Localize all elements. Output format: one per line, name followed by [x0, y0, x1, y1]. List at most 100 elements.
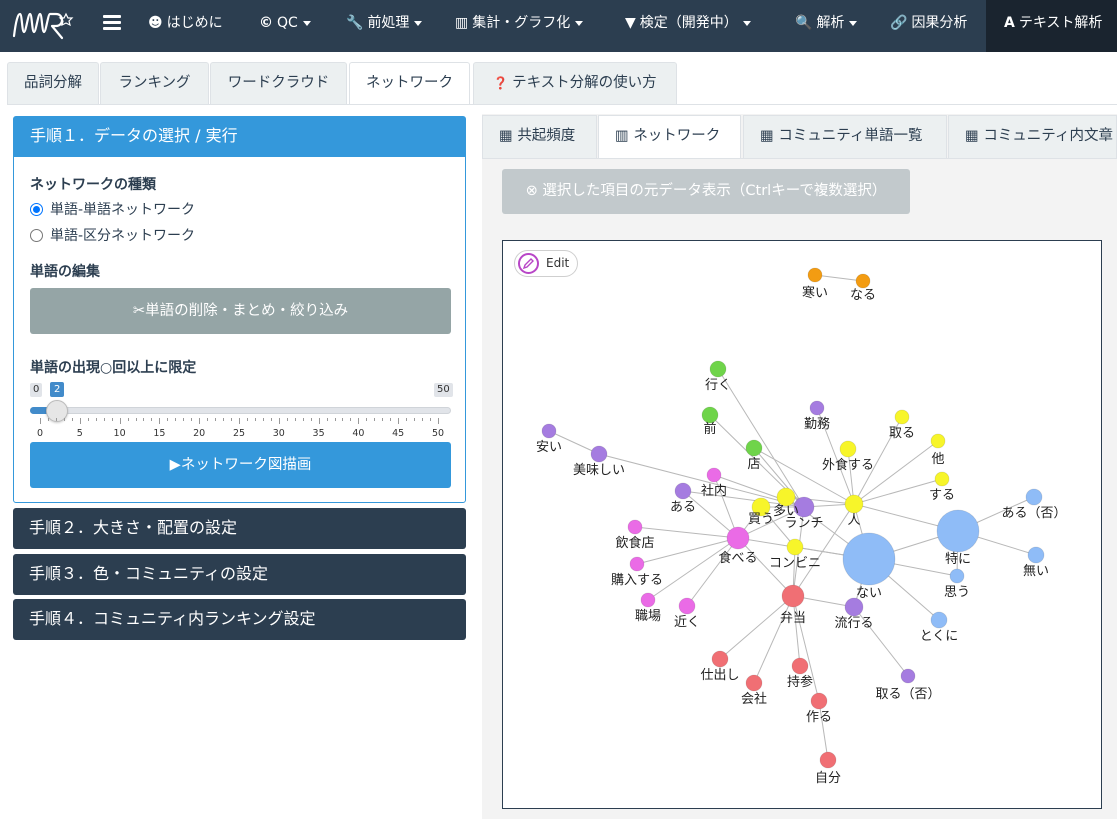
network-node-label: ある — [670, 500, 696, 515]
radio-unchecked-icon[interactable] — [30, 229, 43, 242]
network-node-label: 購入する — [611, 573, 663, 588]
network-node[interactable] — [842, 532, 896, 586]
network-node[interactable] — [844, 494, 864, 514]
slider-tick-label: 20 — [193, 428, 206, 439]
network-node[interactable] — [894, 409, 910, 425]
network-node[interactable] — [781, 584, 805, 608]
menu-toggle-icon[interactable] — [103, 15, 121, 31]
slider-minor-tick — [55, 418, 57, 421]
network-node[interactable] — [627, 519, 643, 535]
tab-1[interactable]: ランキング — [100, 62, 209, 104]
radio-word-word-label: 単語-単語ネットワーク — [50, 202, 196, 218]
tab-4[interactable]: ❓ テキスト分解の使い方 — [473, 62, 677, 104]
step2-panel[interactable]: 手順２．大きさ・配置の設定 — [13, 508, 466, 549]
network-edge — [647, 537, 739, 601]
slider-minor-tick — [71, 418, 73, 421]
network-graph[interactable]: Edit 寒い なる 行く前店勤務 安い 美味しい ある ランチ 流行る 取る（否） 取る他する外… — [502, 240, 1102, 809]
subtab-3[interactable]: ▦ コミュニティ内文章 — [948, 115, 1117, 158]
network-node[interactable] — [678, 597, 696, 615]
network-node[interactable] — [709, 360, 727, 378]
nav-item-1[interactable]: © QC — [259, 0, 311, 52]
network-node[interactable] — [590, 445, 608, 463]
slider-tick-label: 45 — [392, 428, 405, 439]
step3-panel[interactable]: 手順３．色・コミュニティの設定 — [13, 554, 466, 595]
nav-item-2[interactable]: 🔧 前処理 — [346, 0, 423, 52]
nav-item-label: はじめに — [166, 15, 223, 31]
network-node[interactable] — [701, 406, 719, 424]
network-node[interactable] — [934, 471, 950, 487]
caret-down-icon — [414, 20, 423, 26]
tab-0[interactable]: 品詞分解 — [7, 62, 99, 104]
slider-tick — [278, 418, 280, 424]
nav-item-3[interactable]: ▥ 集計・グラフ化 — [455, 0, 584, 52]
draw-network-button[interactable]: ▶ネットワーク図描画 — [30, 442, 451, 488]
network-node[interactable] — [855, 273, 871, 289]
network-node[interactable] — [674, 482, 692, 500]
network-node-label: 持参 — [787, 674, 813, 690]
step4-panel[interactable]: 手順４．コミュニティ内ランキング設定 — [13, 599, 466, 640]
network-canvas[interactable]: 寒い なる行く前店勤務安い美味しいあるランチ流行る取る（否）取る他する外食する人多… — [503, 241, 1101, 808]
network-node[interactable] — [706, 467, 722, 483]
subtab-2[interactable]: ▦ コミュニティ単語一覧 — [743, 115, 947, 158]
slider-minor-tick — [310, 418, 312, 421]
network-node[interactable] — [809, 400, 825, 416]
subtab-0[interactable]: ▦ 共起頻度 — [482, 115, 597, 158]
network-node[interactable] — [936, 509, 980, 553]
network-node[interactable] — [745, 439, 763, 457]
nav-item-5[interactable]: 🔍 解析 — [795, 0, 858, 52]
network-node-label: 飲食店 — [615, 535, 654, 551]
nav-item-0[interactable]: ☻ はじめに — [148, 0, 223, 52]
network-node[interactable] — [807, 267, 823, 283]
edit-label: Edit — [546, 256, 570, 270]
network-node[interactable] — [839, 440, 857, 458]
network-node[interactable] — [949, 568, 965, 584]
network-node[interactable] — [640, 592, 656, 608]
network-node[interactable] — [711, 650, 729, 668]
edit-button[interactable]: Edit — [514, 250, 578, 277]
brand-logo[interactable] — [10, 6, 88, 46]
slider-minor-tick — [183, 418, 185, 421]
network-node[interactable] — [1027, 546, 1045, 564]
network-node[interactable] — [786, 538, 804, 556]
scissors-icon: ✂ — [132, 303, 146, 319]
network-node[interactable] — [629, 556, 645, 572]
step1-header[interactable]: 手順１．データの選択 / 実行 — [14, 117, 465, 157]
network-node-label: 会社 — [741, 691, 767, 707]
tab-2[interactable]: ワードクラウド — [210, 62, 347, 104]
radio-word-word[interactable]: 単語-単語ネットワーク — [30, 200, 195, 220]
network-node[interactable] — [930, 611, 948, 629]
slider-tick-label: 30 — [272, 428, 285, 439]
nav-item-6[interactable]: 🔗 因果分析 — [890, 0, 967, 52]
slider-tick — [79, 418, 81, 424]
nav-item-4[interactable]: ▼ 検定（開発中） — [625, 0, 751, 52]
network-edge — [719, 595, 794, 660]
copyright-icon: © — [259, 15, 273, 31]
slider-minor-tick — [286, 418, 288, 421]
network-node[interactable] — [726, 526, 750, 550]
nav-item-7[interactable]: A テキスト解析 — [986, 0, 1117, 52]
slider-track[interactable] — [30, 407, 451, 414]
nav-item-label: QC — [277, 15, 298, 31]
network-node[interactable] — [745, 674, 763, 692]
network-node-label: 安い — [536, 440, 562, 455]
tab-3[interactable]: ネットワーク — [349, 62, 470, 105]
slider-minor-tick — [175, 418, 177, 421]
radio-word-category[interactable]: 単語-区分ネットワーク — [30, 226, 195, 246]
network-node[interactable] — [1025, 488, 1043, 506]
network-node[interactable] — [819, 751, 837, 769]
draw-network-button-label: ネットワーク図描画 — [180, 457, 312, 473]
network-node[interactable] — [930, 433, 946, 449]
show-source-data-button[interactable]: ⊗ 選択した項目の元データ表示（Ctrlキーで複数選択） — [502, 169, 910, 214]
radio-checked-icon[interactable] — [30, 203, 43, 216]
network-node[interactable] — [541, 423, 557, 439]
slider-minor-tick — [406, 418, 408, 421]
subtab-1[interactable]: ▥ ネットワーク — [598, 115, 741, 159]
slider-minor-tick — [326, 418, 328, 421]
network-node[interactable] — [810, 692, 828, 710]
network-node[interactable] — [791, 657, 809, 675]
slider-minor-tick — [430, 418, 432, 421]
nav-item-label: 前処理 — [367, 15, 410, 31]
table-icon: ▦ — [499, 128, 518, 144]
word-edit-button[interactable]: ✂単語の削除・まとめ・絞り込み — [30, 288, 451, 334]
network-node[interactable] — [900, 668, 916, 684]
